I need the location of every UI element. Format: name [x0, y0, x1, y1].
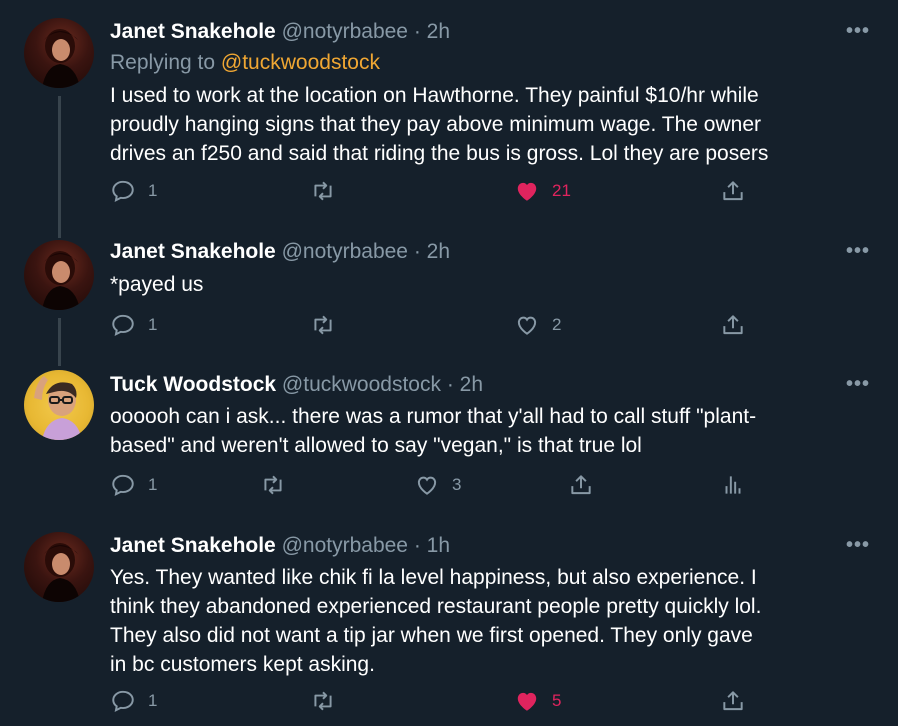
- avatar[interactable]: [24, 370, 94, 440]
- like-count: 3: [452, 475, 462, 494]
- share-icon: [723, 691, 743, 711]
- reply-count: 1: [148, 181, 158, 200]
- tweet-text-line: drives an f250 and said that riding the …: [110, 142, 769, 165]
- reply-count: 1: [148, 315, 158, 334]
- reply-icon: [112, 314, 134, 336]
- retweet-icon: [314, 315, 332, 335]
- thread-line: [58, 360, 61, 366]
- tweet-text-line: I used to work at the location on Hawtho…: [110, 84, 759, 107]
- like-count: 2: [552, 315, 562, 334]
- tweet-4[interactable]: Janet Snakehole @notyrbabee · 1h ••• Yes…: [0, 520, 898, 726]
- tweet-actions: 1 21: [110, 178, 870, 208]
- tweet-actions: 1 5: [110, 688, 870, 718]
- reply-button[interactable]: 1: [110, 178, 157, 204]
- tweet-2[interactable]: Janet Snakehole @notyrbabee · 2h ••• *pa…: [0, 218, 898, 360]
- like-count: 21: [552, 181, 571, 200]
- tweet-text-line: Yes. They wanted like chik fi la level h…: [110, 566, 757, 589]
- timestamp[interactable]: 1h: [427, 534, 450, 557]
- author-name[interactable]: Tuck Woodstock: [110, 373, 276, 396]
- author-handle[interactable]: @tuckwoodstock: [282, 373, 441, 396]
- more-options-icon[interactable]: •••: [846, 373, 870, 396]
- retweet-button[interactable]: [310, 688, 336, 714]
- like-button[interactable]: 5: [514, 688, 561, 714]
- author-handle[interactable]: @notyrbabee: [282, 20, 408, 43]
- tweet-header: Janet Snakehole @notyrbabee · 1h: [110, 533, 450, 559]
- tweet-header: Tuck Woodstock @tuckwoodstock · 2h: [110, 372, 483, 398]
- retweet-icon: [264, 475, 282, 495]
- thread-line: [58, 96, 61, 218]
- share-button[interactable]: [568, 472, 594, 498]
- tweet-text-line: *payed us: [110, 273, 204, 296]
- tweet-actions: 1 3: [110, 472, 870, 502]
- separator: ·: [413, 240, 421, 263]
- retweet-button[interactable]: [260, 472, 286, 498]
- like-button[interactable]: 3: [414, 472, 461, 498]
- reply-icon: [112, 474, 134, 496]
- tweet-text: Yes. They wanted like chik fi la level h…: [110, 563, 870, 679]
- retweet-icon: [314, 691, 332, 711]
- reply-button[interactable]: 1: [110, 688, 157, 714]
- share-button[interactable]: [720, 178, 746, 204]
- timestamp[interactable]: 2h: [460, 373, 483, 396]
- heart-filled-icon: [517, 182, 537, 201]
- timestamp[interactable]: 2h: [427, 20, 450, 43]
- timestamp[interactable]: 2h: [427, 240, 450, 263]
- avatar[interactable]: [24, 240, 94, 310]
- tweet-text: oooooh can i ask... there was a rumor th…: [110, 402, 870, 460]
- reply-icon: [112, 180, 134, 202]
- tweet-1[interactable]: Janet Snakehole @notyrbabee · 2h ••• Rep…: [0, 0, 898, 218]
- tweet-header: Janet Snakehole @notyrbabee · 2h: [110, 19, 450, 45]
- analytics-button[interactable]: [720, 472, 746, 498]
- author-name[interactable]: Janet Snakehole: [110, 20, 276, 43]
- separator: ·: [446, 373, 454, 396]
- author-name[interactable]: Janet Snakehole: [110, 534, 276, 557]
- share-icon: [723, 181, 743, 201]
- separator: ·: [413, 534, 421, 557]
- like-button[interactable]: 21: [514, 178, 571, 204]
- mention-link[interactable]: @tuckwoodstock: [221, 51, 380, 74]
- tweet-text-line: think they abandoned experienced restaur…: [110, 595, 762, 618]
- tweet-header: Janet Snakehole @notyrbabee · 2h: [110, 239, 450, 265]
- heart-icon: [417, 476, 437, 495]
- like-button[interactable]: 2: [514, 312, 561, 338]
- reply-button[interactable]: 1: [110, 312, 157, 338]
- tweet-text-line: in bc customers kept asking.: [110, 653, 375, 676]
- author-name[interactable]: Janet Snakehole: [110, 240, 276, 263]
- avatar[interactable]: [24, 18, 94, 88]
- replying-to: Replying to @tuckwoodstock: [110, 50, 380, 76]
- retweet-button[interactable]: [310, 178, 336, 204]
- share-button[interactable]: [720, 312, 746, 338]
- tweet-text: I used to work at the location on Hawtho…: [110, 81, 870, 168]
- tweet-text-line: oooooh can i ask... there was a rumor th…: [110, 405, 757, 428]
- analytics-icon: [725, 476, 741, 494]
- more-options-icon[interactable]: •••: [846, 20, 870, 43]
- heart-filled-icon: [517, 692, 537, 711]
- share-icon: [571, 475, 591, 495]
- separator: ·: [413, 20, 421, 43]
- tweet-text: *payed us: [110, 270, 870, 299]
- tweet-text-line: proudly hanging signs that they pay abov…: [110, 113, 761, 136]
- share-button[interactable]: [720, 688, 746, 714]
- reply-button[interactable]: 1: [110, 472, 157, 498]
- reply-count: 1: [148, 691, 158, 710]
- author-handle[interactable]: @notyrbabee: [282, 534, 408, 557]
- tweet-actions: 1 2: [110, 312, 870, 342]
- thread-line: [58, 218, 61, 238]
- reply-icon: [112, 690, 134, 712]
- author-handle[interactable]: @notyrbabee: [282, 240, 408, 263]
- reply-count: 1: [148, 475, 158, 494]
- tweet-text-line: based" and weren't allowed to say "vegan…: [110, 434, 642, 457]
- avatar[interactable]: [24, 532, 94, 602]
- retweet-button[interactable]: [310, 312, 336, 338]
- like-count: 5: [552, 691, 562, 710]
- more-options-icon[interactable]: •••: [846, 240, 870, 263]
- tweet-text-line: They also did not want a tip jar when we…: [110, 624, 753, 647]
- heart-icon: [517, 316, 537, 335]
- share-icon: [723, 315, 743, 335]
- retweet-icon: [314, 181, 332, 201]
- more-options-icon[interactable]: •••: [846, 534, 870, 557]
- tweet-3[interactable]: Tuck Woodstock @tuckwoodstock · 2h ••• o…: [0, 360, 898, 520]
- thread-line: [58, 318, 61, 360]
- replying-to-label: Replying to: [110, 51, 216, 74]
